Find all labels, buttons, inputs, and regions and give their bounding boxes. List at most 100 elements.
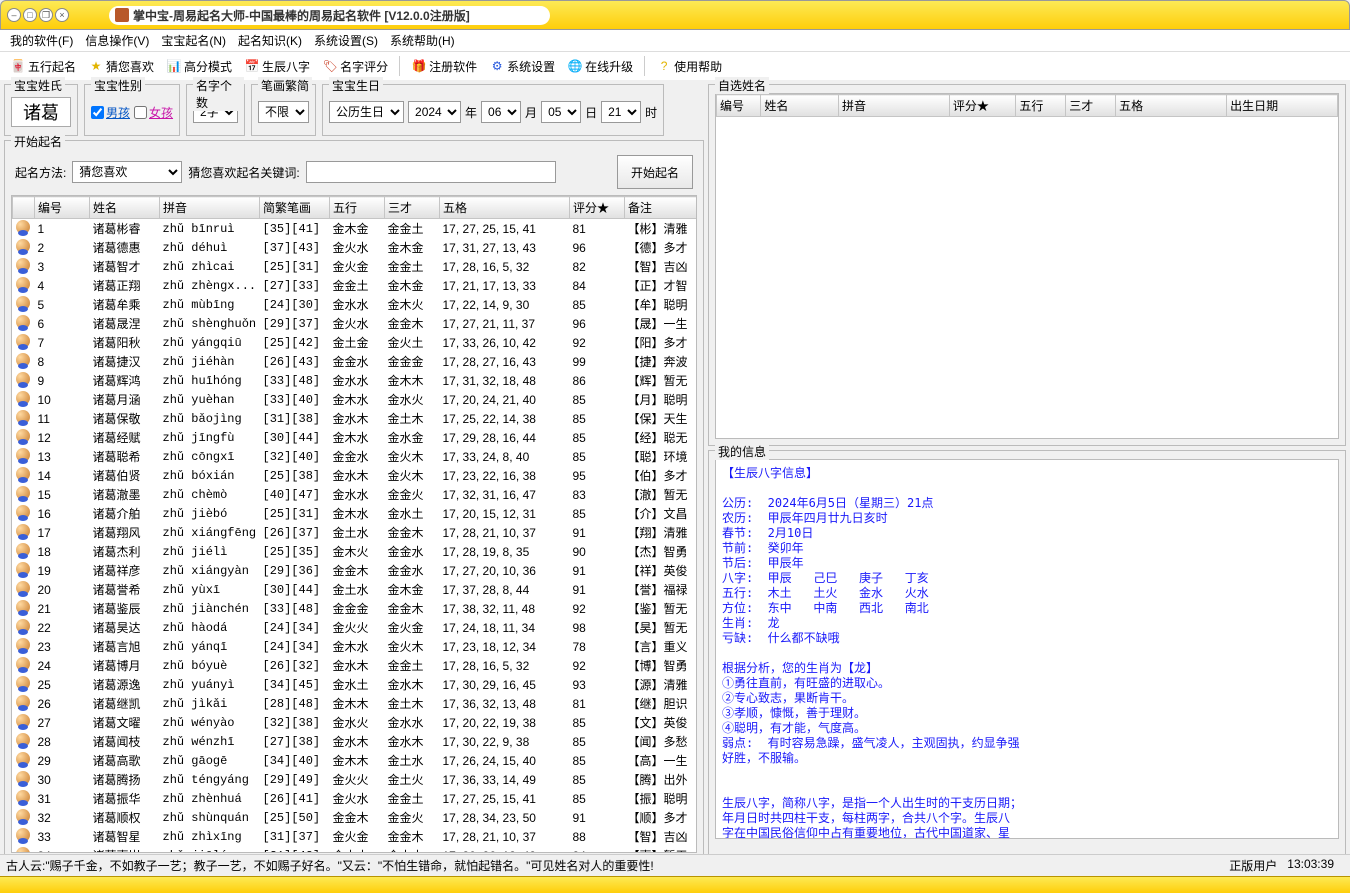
menu-item[interactable]: 系统帮助(H): [384, 30, 461, 51]
table-row[interactable]: 29诸葛高歌zhǔ gāogē[34][40]金木木金土水17, 26, 24,…: [13, 751, 698, 770]
restore-button[interactable]: ❐: [39, 8, 53, 22]
table-row[interactable]: 30诸葛腾扬zhǔ téngyáng[29][49]金火火金土火17, 36, …: [13, 770, 698, 789]
column-header[interactable]: 编号: [717, 95, 761, 117]
toolbar-item[interactable]: 📅生辰八字: [240, 57, 314, 76]
table-row[interactable]: 3诸葛智才zhǔ zhìcai[25][31]金火金金金土17, 28, 16,…: [13, 257, 698, 276]
avatar-icon: [16, 809, 30, 823]
column-header[interactable]: 五格: [1116, 95, 1227, 117]
column-header[interactable]: 编号: [35, 197, 90, 219]
table-row[interactable]: 1诸葛彬睿zhǔ bīnruì[35][41]金木金金金土17, 27, 25,…: [13, 219, 698, 239]
table-row[interactable]: 31诸葛振华zhǔ zhènhuá[26][41]金火水金金土17, 27, 2…: [13, 789, 698, 808]
keyword-input[interactable]: [306, 161, 556, 183]
toolbar-item[interactable]: 🌐在线升级: [563, 57, 637, 76]
table-row[interactable]: 24诸葛博月zhǔ bóyuè[26][32]金水木金金土17, 28, 16,…: [13, 656, 698, 675]
table-row[interactable]: 26诸葛继凯zhǔ jìkǎi[28][48]金木木金土木17, 36, 32,…: [13, 694, 698, 713]
favorites-title: 自选姓名: [715, 77, 769, 94]
start-button[interactable]: 开始起名: [617, 155, 693, 189]
column-header[interactable]: 评分★: [570, 197, 625, 219]
column-header[interactable]: 三才: [1066, 95, 1116, 117]
column-header[interactable]: 拼音: [838, 95, 949, 117]
column-header[interactable]: 备注: [625, 197, 698, 219]
table-row[interactable]: 14诸葛伯贤zhǔ bóxián[25][38]金水木金火木17, 23, 22…: [13, 466, 698, 485]
table-row[interactable]: 12诸葛经赋zhǔ jīngfù[30][44]金木水金水金17, 29, 28…: [13, 428, 698, 447]
surname-group: 宝宝姓氏: [4, 84, 78, 136]
column-header[interactable]: 五行: [330, 197, 385, 219]
maximize-button[interactable]: □: [23, 8, 37, 22]
year-select[interactable]: 2024: [408, 101, 461, 123]
toolbar-item[interactable]: 🀄五行起名: [6, 57, 80, 76]
table-row[interactable]: 18诸葛杰利zhǔ jiélì[25][35]金木火金金水17, 28, 19,…: [13, 542, 698, 561]
table-row[interactable]: 7诸葛阳秋zhǔ yángqiū[25][42]金土金金火土17, 33, 26…: [13, 333, 698, 352]
table-row[interactable]: 25诸葛源逸zhǔ yuányì[34][45]金水土金水木17, 30, 29…: [13, 675, 698, 694]
column-header[interactable]: 拼音: [160, 197, 260, 219]
toolbar-item[interactable]: 🎁注册软件: [407, 57, 481, 76]
table-row[interactable]: 6诸葛晟涅zhǔ shènghuǒn[29][37]金火水金金木17, 27, …: [13, 314, 698, 333]
table-row[interactable]: 34诸葛嘉岚zhǔ jiālán[31][42]金木土金水土17, 30, 26…: [13, 846, 698, 853]
naming-title: 开始起名: [11, 133, 65, 150]
table-row[interactable]: 16诸葛介舶zhǔ jièbó[25][31]金木水金水土17, 20, 15,…: [13, 504, 698, 523]
avatar-icon: [16, 296, 30, 310]
table-row[interactable]: 17诸葛翔风zhǔ xiángfēng[26][37]金土水金金木17, 28,…: [13, 523, 698, 542]
toolbar-item[interactable]: ★猜您喜欢: [84, 57, 158, 76]
column-header[interactable]: 姓名: [761, 95, 839, 117]
toolbar-label: 名字评分: [340, 58, 388, 75]
toolbar-item[interactable]: 🏷名字评分: [318, 57, 392, 76]
menu-item[interactable]: 我的软件(F): [4, 30, 79, 51]
menu-item[interactable]: 信息操作(V): [79, 30, 155, 51]
column-header[interactable]: 出生日期: [1227, 95, 1338, 117]
table-row[interactable]: 13诸葛聪希zhǔ cōngxī[32][40]金金水金火木17, 33, 24…: [13, 447, 698, 466]
table-row[interactable]: 19诸葛祥彦zhǔ xiángyàn[29][36]金金木金金水17, 27, …: [13, 561, 698, 580]
toolbar-item[interactable]: 📊高分模式: [162, 57, 236, 76]
table-row[interactable]: 28诸葛闻枝zhǔ wénzhī[27][38]金水木金水木17, 30, 22…: [13, 732, 698, 751]
table-row[interactable]: 15诸葛澈墨zhǔ chèmò[40][47]金水水金金火17, 32, 31,…: [13, 485, 698, 504]
favorites-table-wrap[interactable]: 编号姓名拼音评分★五行三才五格出生日期: [715, 93, 1339, 439]
menu-item[interactable]: 系统设置(S): [308, 30, 384, 51]
avatar-icon: [16, 467, 30, 481]
table-row[interactable]: 22诸葛昊达zhǔ hàodá[24][34]金火火金火金17, 24, 18,…: [13, 618, 698, 637]
hour-select[interactable]: 21: [601, 101, 641, 123]
table-row[interactable]: 11诸葛保敬zhǔ bǎojìng[31][38]金水木金土木17, 25, 2…: [13, 409, 698, 428]
results-table-wrap[interactable]: 编号姓名拼音简繁笔画五行三才五格评分★备注 1诸葛彬睿zhǔ bīnruì[35…: [11, 195, 697, 853]
method-select[interactable]: 猜您喜欢: [72, 161, 182, 183]
toolbar-item[interactable]: ?使用帮助: [652, 57, 726, 76]
table-row[interactable]: 5诸葛牟乘zhǔ mùbīng[24][30]金水水金木火17, 22, 14,…: [13, 295, 698, 314]
surname-input[interactable]: [11, 97, 71, 127]
table-row[interactable]: 4诸葛正翔zhǔ zhèngx...[27][33]金金土金木金17, 21, …: [13, 276, 698, 295]
table-row[interactable]: 33诸葛智星zhǔ zhìxīng[31][37]金火金金金木17, 28, 2…: [13, 827, 698, 846]
close-button[interactable]: ×: [55, 8, 69, 22]
column-header[interactable]: 评分★: [949, 95, 1016, 117]
menu-item[interactable]: 宝宝起名(N): [155, 30, 232, 51]
gender-female[interactable]: 女孩: [134, 104, 173, 121]
column-header[interactable]: 三才: [385, 197, 440, 219]
column-header[interactable]: 姓名: [90, 197, 160, 219]
toolbar-icon: 📊: [166, 58, 182, 74]
naming-group: 开始起名 起名方法: 猜您喜欢 猜您喜欢起名关键词: 开始起名 编号姓名拼音简繁…: [4, 140, 704, 860]
table-row[interactable]: 32诸葛顺权zhǔ shùnquán[25][50]金金木金金火17, 28, …: [13, 808, 698, 827]
table-row[interactable]: 2诸葛德惠zhǔ déhuì[37][43]金火水金木金17, 31, 27, …: [13, 238, 698, 257]
avatar-icon: [16, 600, 30, 614]
gender-male[interactable]: 男孩: [91, 104, 130, 121]
table-row[interactable]: 8诸葛捷汉zhǔ jiéhàn[26][43]金金水金金金17, 28, 27,…: [13, 352, 698, 371]
column-header[interactable]: 五格: [440, 197, 570, 219]
method-label: 起名方法:: [15, 164, 66, 181]
table-row[interactable]: 9诸葛辉鸿zhǔ huīhóng[33][48]金水水金木木17, 31, 32…: [13, 371, 698, 390]
table-row[interactable]: 27诸葛文曜zhǔ wényào[32][38]金水火金水水17, 20, 22…: [13, 713, 698, 732]
avatar-icon: [16, 220, 30, 234]
day-select[interactable]: 05: [541, 101, 581, 123]
table-row[interactable]: 20诸葛誉希zhǔ yùxī[30][44]金土水金木金17, 37, 28, …: [13, 580, 698, 599]
stroke-select[interactable]: 不限: [258, 101, 309, 123]
column-header[interactable]: 五行: [1016, 95, 1066, 117]
table-row[interactable]: 23诸葛言旭zhǔ yánqī[24][34]金木水金火木17, 23, 18,…: [13, 637, 698, 656]
avatar-icon: [16, 695, 30, 709]
app-title: 掌中宝-周易起名大师-中国最棒的周易起名软件 [V12.0.0注册版]: [133, 7, 470, 24]
calendar-select[interactable]: 公历生日: [329, 101, 404, 123]
column-header[interactable]: 简繁笔画: [260, 197, 330, 219]
toolbar-item[interactable]: ⚙系统设置: [485, 57, 559, 76]
table-row[interactable]: 10诸葛月涵zhǔ yuèhan[33][40]金木水金水火17, 20, 24…: [13, 390, 698, 409]
month-select[interactable]: 06: [481, 101, 521, 123]
table-row[interactable]: 21诸葛鉴辰zhǔ jiànchén[33][48]金金金金金木17, 38, …: [13, 599, 698, 618]
favorites-group: 自选姓名 编号姓名拼音评分★五行三才五格出生日期: [708, 84, 1346, 446]
avatar-icon: [16, 486, 30, 500]
minimize-button[interactable]: –: [7, 8, 21, 22]
menu-item[interactable]: 起名知识(K): [232, 30, 308, 51]
